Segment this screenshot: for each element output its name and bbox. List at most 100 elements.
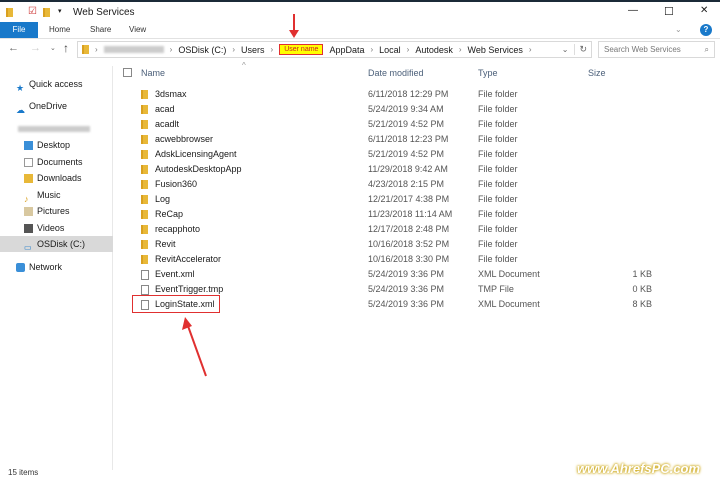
loginstate-highlight-box (132, 295, 220, 313)
file-date: 10/16/2018 3:30 PM (368, 254, 450, 264)
sidebar-item-documents[interactable]: Documents (0, 154, 113, 170)
file-date: 11/23/2018 11:14 AM (368, 209, 453, 219)
cloud-icon: ☁ (16, 105, 25, 116)
column-header-type[interactable]: Type (478, 68, 498, 78)
file-type: XML Document (478, 299, 540, 309)
file-row[interactable]: RevitAccelerator 10/16/2018 3:30 PM File… (120, 252, 660, 267)
file-date: 5/24/2019 3:36 PM (368, 299, 445, 309)
file-name: Fusion360 (155, 179, 198, 189)
navigation-pane: ★ Quick access ☁ OneDrive Desktop Document… (0, 66, 113, 470)
file-type: File folder (478, 224, 518, 234)
file-name: acadlt (155, 119, 180, 129)
sidebar-item-music[interactable]: ♪ Music (0, 187, 113, 205)
folder-icon (141, 222, 148, 237)
column-header-date[interactable]: Date modified (368, 68, 424, 78)
file-type: File folder (478, 149, 518, 159)
file-row[interactable]: acad 5/24/2019 9:34 AM File folder (120, 102, 660, 117)
file-date: 6/11/2018 12:23 PM (368, 134, 449, 144)
videos-icon (24, 224, 33, 234)
music-icon: ♪ (24, 194, 29, 205)
select-all-checkbox[interactable] (123, 68, 132, 77)
file-icon (141, 267, 149, 282)
file-type: File folder (478, 104, 518, 114)
folder-icon (141, 132, 148, 147)
arrow-head (182, 317, 192, 330)
file-type: File folder (478, 194, 518, 204)
column-header-size[interactable]: Size (588, 68, 606, 78)
file-name: Revit (155, 239, 176, 249)
file-row[interactable]: Fusion360 4/23/2018 2:15 PM File folder (120, 177, 660, 192)
file-row[interactable]: AutodeskDesktopApp 11/29/2018 9:42 AM Fi… (120, 162, 660, 177)
folder-icon (141, 252, 148, 267)
file-row[interactable]: acwebbrowser 6/11/2018 12:23 PM File fol… (120, 132, 660, 147)
file-name: acad (155, 104, 175, 114)
sidebar-item-quick-access[interactable]: ★ Quick access (0, 76, 113, 94)
file-date: 12/17/2018 2:48 PM (368, 224, 450, 234)
file-type: TMP File (478, 284, 514, 294)
star-icon: ★ (16, 83, 25, 94)
file-row[interactable]: Event.xml 5/24/2019 3:36 PM XML Document… (120, 267, 660, 282)
file-type: File folder (478, 239, 518, 249)
file-row[interactable]: recapphoto 12/17/2018 2:48 PM File folde… (120, 222, 660, 237)
file-size: 8 KB (632, 299, 652, 309)
sidebar-item-videos[interactable]: Videos (0, 220, 113, 236)
file-name: AutodeskDesktopApp (155, 164, 242, 174)
folder-icon (141, 237, 148, 252)
folder-icon (141, 192, 148, 207)
desktop-icon (24, 141, 33, 151)
downloads-icon (24, 174, 33, 184)
drive-icon: ▭ (24, 243, 32, 253)
sidebar-item-pictures[interactable]: Pictures (0, 203, 113, 219)
file-date: 5/21/2019 4:52 PM (368, 149, 445, 159)
folder-icon (141, 207, 148, 222)
file-type: File folder (478, 119, 518, 129)
status-item-count: 15 items (8, 468, 39, 477)
column-header-name[interactable]: Name (141, 68, 165, 78)
folder-icon (141, 117, 148, 132)
file-type: File folder (478, 254, 518, 264)
sidebar-item-downloads[interactable]: Downloads (0, 170, 113, 186)
file-date: 5/24/2019 3:36 PM (368, 269, 445, 279)
folder-icon (141, 102, 148, 117)
file-type: File folder (478, 164, 518, 174)
file-row[interactable]: Revit 10/16/2018 3:52 PM File folder (120, 237, 660, 252)
sidebar-item-onedrive[interactable]: ☁ OneDrive (0, 98, 113, 116)
file-name: ReCap (155, 209, 184, 219)
sidebar-item-desktop[interactable]: Desktop (0, 137, 113, 153)
file-type: File folder (478, 134, 518, 144)
file-row[interactable]: 3dsmax 6/11/2018 12:29 PM File folder (120, 87, 660, 102)
column-headers: Name Date modified Type Size (120, 64, 720, 82)
sidebar-item-osdisk[interactable]: ▭ OSDisk (C:) (0, 236, 113, 252)
file-name: Log (155, 194, 171, 204)
blurred-pc-name (18, 125, 90, 132)
file-date: 6/11/2018 12:29 PM (368, 89, 449, 99)
network-icon (16, 263, 25, 273)
file-date: 11/29/2018 9:42 AM (368, 164, 448, 174)
file-row[interactable]: AdskLicensingAgent 5/21/2019 4:52 PM Fil… (120, 147, 660, 162)
file-date: 10/16/2018 3:52 PM (368, 239, 450, 249)
file-name: Event.xml (155, 269, 195, 279)
file-type: XML Document (478, 269, 540, 279)
file-type: File folder (478, 179, 518, 189)
file-date: 4/23/2018 2:15 PM (368, 179, 445, 189)
file-date: 5/21/2019 4:52 PM (368, 119, 445, 129)
file-date: 12/21/2017 4:38 PM (368, 194, 450, 204)
folder-icon (141, 177, 148, 192)
file-row[interactable]: acadlt 5/21/2019 4:52 PM File folder (120, 117, 660, 132)
file-name: 3dsmax (155, 89, 187, 99)
pictures-icon (24, 207, 33, 217)
watermark: www.AhrefsPC.com (577, 461, 701, 476)
arrow-head (289, 30, 299, 38)
file-name: RevitAccelerator (155, 254, 222, 264)
file-row[interactable]: Log 12/21/2017 4:38 PM File folder (120, 192, 660, 207)
file-row[interactable]: ReCap 11/23/2018 11:14 AM File folder (120, 207, 660, 222)
sidebar-item-network[interactable]: Network (0, 259, 113, 275)
file-date: 5/24/2019 3:36 PM (368, 284, 445, 294)
file-size: 0 KB (632, 284, 652, 294)
file-type: File folder (478, 209, 518, 219)
file-type: File folder (478, 89, 518, 99)
sidebar-item-user-pc[interactable] (0, 120, 113, 136)
file-size: 1 KB (632, 269, 652, 279)
file-date: 5/24/2019 9:34 AM (368, 104, 444, 114)
file-name: AdskLicensingAgent (155, 149, 237, 159)
